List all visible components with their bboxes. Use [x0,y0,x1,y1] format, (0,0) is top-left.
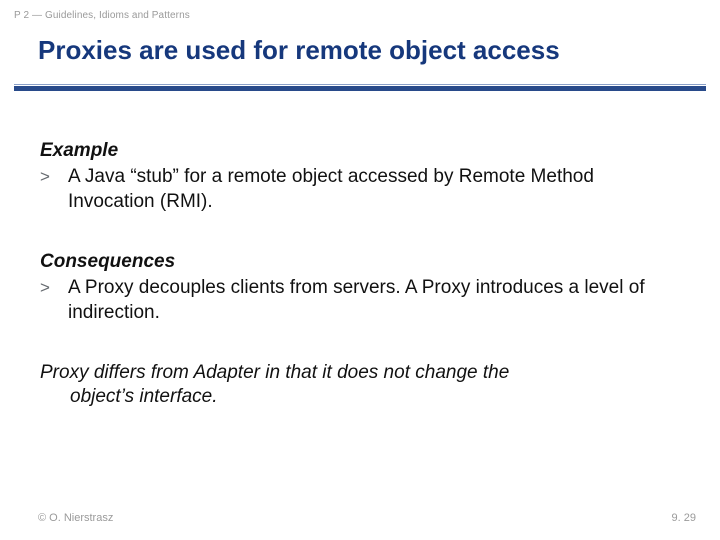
breadcrumb: P 2 — Guidelines, Idioms and Patterns [0,0,720,21]
example-heading: Example [40,139,680,163]
closing-line-1: Proxy differs from Adapter in that it do… [40,361,680,385]
page-number: 9. 29 [672,512,696,524]
closing-note: Proxy differs from Adapter in that it do… [40,361,680,410]
bullet-marker: > [40,276,68,325]
consequences-text: A Proxy decouples clients from servers. … [68,276,680,325]
copyright: © O. Nierstrasz [38,512,113,524]
page-title: Proxies are used for remote object acces… [0,21,720,84]
title-underline [14,84,706,91]
consequences-heading: Consequences [40,250,680,274]
closing-line-2: object’s interface. [40,385,680,409]
example-text: A Java “stub” for a remote object access… [68,165,680,214]
footer: © O. Nierstrasz 9. 29 [0,512,720,524]
example-bullet: > A Java “stub” for a remote object acce… [40,165,680,214]
consequences-bullet: > A Proxy decouples clients from servers… [40,276,680,325]
bullet-marker: > [40,165,68,214]
slide-body: Example > A Java “stub” for a remote obj… [0,91,720,410]
